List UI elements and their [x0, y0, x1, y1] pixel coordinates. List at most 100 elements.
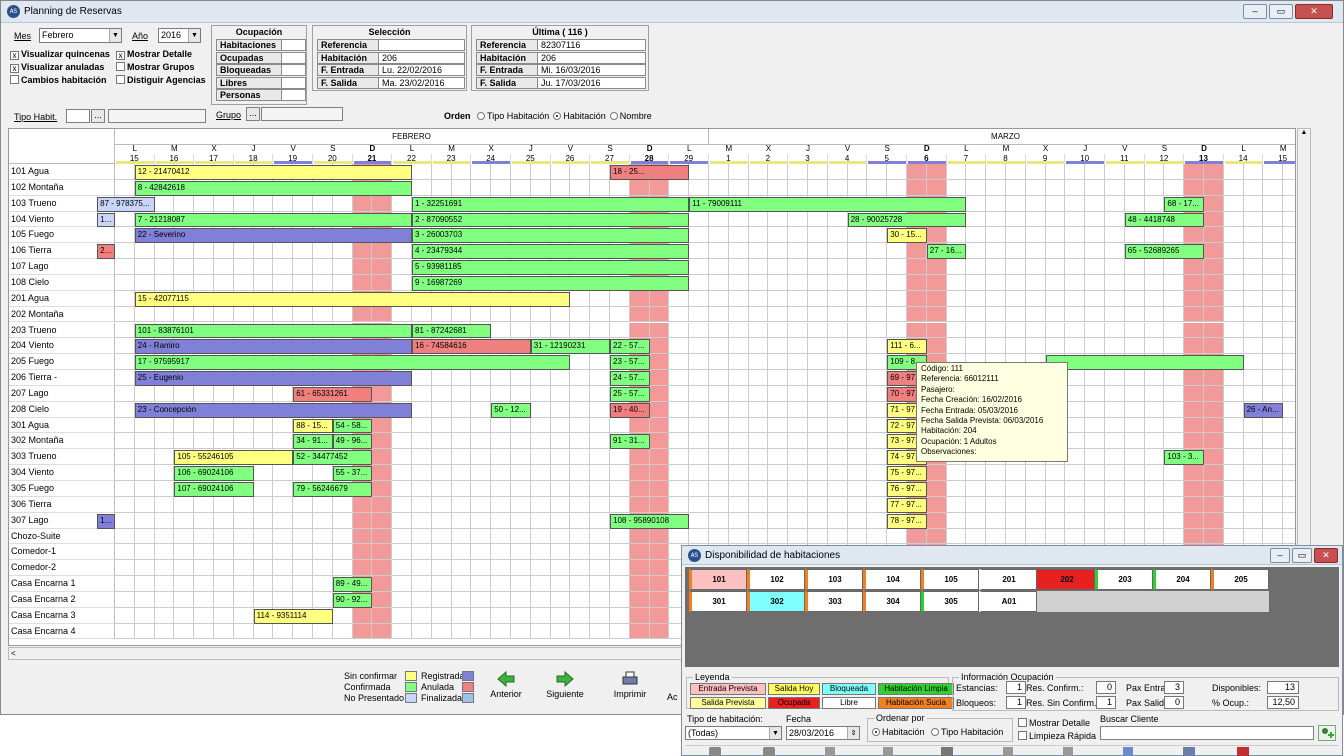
- grid-cell[interactable]: [808, 433, 828, 450]
- grid-cell[interactable]: [273, 259, 294, 275]
- grid-cell[interactable]: [233, 259, 254, 275]
- grid-cell[interactable]: [194, 306, 214, 323]
- booking-bar[interactable]: 55 - 37...: [332, 466, 373, 481]
- grid-cell[interactable]: [352, 195, 373, 212]
- grid-cell[interactable]: [629, 496, 650, 513]
- grid-cell[interactable]: [1243, 259, 1264, 275]
- grid-cell[interactable]: [728, 528, 749, 545]
- grid-cell[interactable]: [1025, 227, 1046, 244]
- booking-bar[interactable]: 24 - Ramiro: [134, 339, 412, 355]
- grid-cell[interactable]: [313, 528, 333, 545]
- grid-cell[interactable]: [253, 243, 274, 260]
- grid-cell[interactable]: [728, 354, 749, 371]
- grid-cell[interactable]: [1144, 417, 1165, 434]
- grid-cell[interactable]: [629, 623, 650, 640]
- grid-cell[interactable]: [748, 370, 769, 386]
- orden-option-radio[interactable]: Habitación: [549, 111, 606, 121]
- grid-cell[interactable]: [1105, 433, 1125, 450]
- siguiente-button[interactable]: Siguiente: [542, 670, 588, 699]
- grid-cell[interactable]: [154, 607, 175, 624]
- grid-cell[interactable]: [1223, 227, 1244, 244]
- grid-cell[interactable]: [332, 243, 353, 260]
- grid-cell[interactable]: [1025, 290, 1046, 307]
- grid-cell[interactable]: [570, 385, 591, 402]
- grid-cell[interactable]: [412, 385, 432, 402]
- grid-cell[interactable]: [946, 227, 967, 244]
- grid-cell[interactable]: [887, 322, 907, 339]
- grid-cell[interactable]: [1105, 259, 1125, 275]
- grid-cell[interactable]: [788, 322, 808, 339]
- grid-cell[interactable]: [313, 623, 333, 640]
- grid-cell[interactable]: [1164, 259, 1185, 275]
- grid-cell[interactable]: [550, 322, 571, 339]
- grid-cell[interactable]: [154, 449, 175, 466]
- grid-cell[interactable]: [550, 433, 571, 450]
- grid-cell[interactable]: [1243, 164, 1264, 180]
- booking-bar[interactable]: 89 - 49...: [332, 577, 373, 592]
- grid-cell[interactable]: [1105, 338, 1125, 355]
- grid-cell[interactable]: [115, 290, 135, 307]
- grid-cell[interactable]: [926, 528, 947, 545]
- grid-cell[interactable]: [431, 449, 452, 466]
- grid-cell[interactable]: [808, 481, 828, 497]
- grid-cell[interactable]: [1045, 195, 1066, 212]
- grid-cell[interactable]: [1105, 401, 1125, 418]
- grid-cell[interactable]: [1223, 195, 1244, 212]
- grid-cell[interactable]: [1085, 433, 1105, 450]
- grid-cell[interactable]: [1223, 243, 1244, 260]
- booking-bar[interactable]: 11 - 79009111: [689, 196, 967, 212]
- grid-cell[interactable]: [530, 164, 551, 180]
- grid-cell[interactable]: [214, 274, 234, 291]
- grid-cell[interactable]: [1045, 465, 1066, 481]
- grid-cell[interactable]: [392, 259, 412, 275]
- grid-cell[interactable]: [768, 385, 789, 402]
- grid-cell[interactable]: [629, 607, 650, 624]
- grid-cell[interactable]: [471, 370, 492, 386]
- grid-cell[interactable]: [748, 449, 769, 466]
- grid-cell[interactable]: [847, 274, 868, 291]
- grid-cell[interactable]: [511, 544, 531, 561]
- grid-cell[interactable]: [471, 544, 492, 561]
- grid-cell[interactable]: [1085, 465, 1105, 481]
- grid-cell[interactable]: [1283, 418, 1295, 434]
- grid-cell[interactable]: [332, 306, 353, 323]
- grid-cell[interactable]: [253, 512, 274, 529]
- grid-cell[interactable]: [491, 306, 511, 323]
- grid-cell[interactable]: [431, 401, 452, 418]
- grid-cell[interactable]: [392, 481, 412, 497]
- grid-cell[interactable]: [1105, 211, 1125, 228]
- grid-cell[interactable]: [689, 481, 709, 497]
- room-label[interactable]: 208 Cielo: [9, 401, 115, 418]
- grid-cell[interactable]: [748, 164, 769, 180]
- room-tile[interactable]: 202: [1037, 569, 1095, 590]
- grid-cell[interactable]: [827, 465, 848, 481]
- grid-cell[interactable]: [214, 306, 234, 323]
- grid-cell[interactable]: [332, 560, 353, 577]
- grid-cell[interactable]: [590, 576, 610, 592]
- grid-cell[interactable]: [689, 401, 709, 418]
- grid-cell[interactable]: [847, 179, 868, 196]
- grid-cell[interactable]: [788, 370, 808, 386]
- grid-cell[interactable]: [1124, 370, 1145, 386]
- grid-cell[interactable]: [1184, 306, 1204, 323]
- grid-cell[interactable]: [352, 259, 373, 275]
- booking-bar[interactable]: 81 - 87242681: [412, 323, 492, 339]
- grid-cell[interactable]: [768, 401, 789, 418]
- grid-cell[interactable]: [313, 496, 333, 513]
- room-label[interactable]: 204 Viento: [9, 338, 115, 355]
- grid-cell[interactable]: [709, 496, 729, 513]
- grid-cell[interactable]: [233, 496, 254, 513]
- grid-cell[interactable]: [926, 259, 947, 275]
- grid-cell[interactable]: [768, 211, 789, 228]
- grid-cell[interactable]: [550, 560, 571, 577]
- grid-cell[interactable]: [570, 306, 591, 323]
- grid-cell[interactable]: [491, 449, 511, 466]
- grid-cell[interactable]: [808, 496, 828, 513]
- grid-cell[interactable]: [709, 370, 729, 386]
- grid-cell[interactable]: [907, 528, 927, 545]
- grid-cell[interactable]: [154, 195, 175, 212]
- grid-cell[interactable]: [768, 417, 789, 434]
- grid-cell[interactable]: [352, 496, 373, 513]
- grid-cell[interactable]: [827, 417, 848, 434]
- grid-cell[interactable]: [907, 306, 927, 323]
